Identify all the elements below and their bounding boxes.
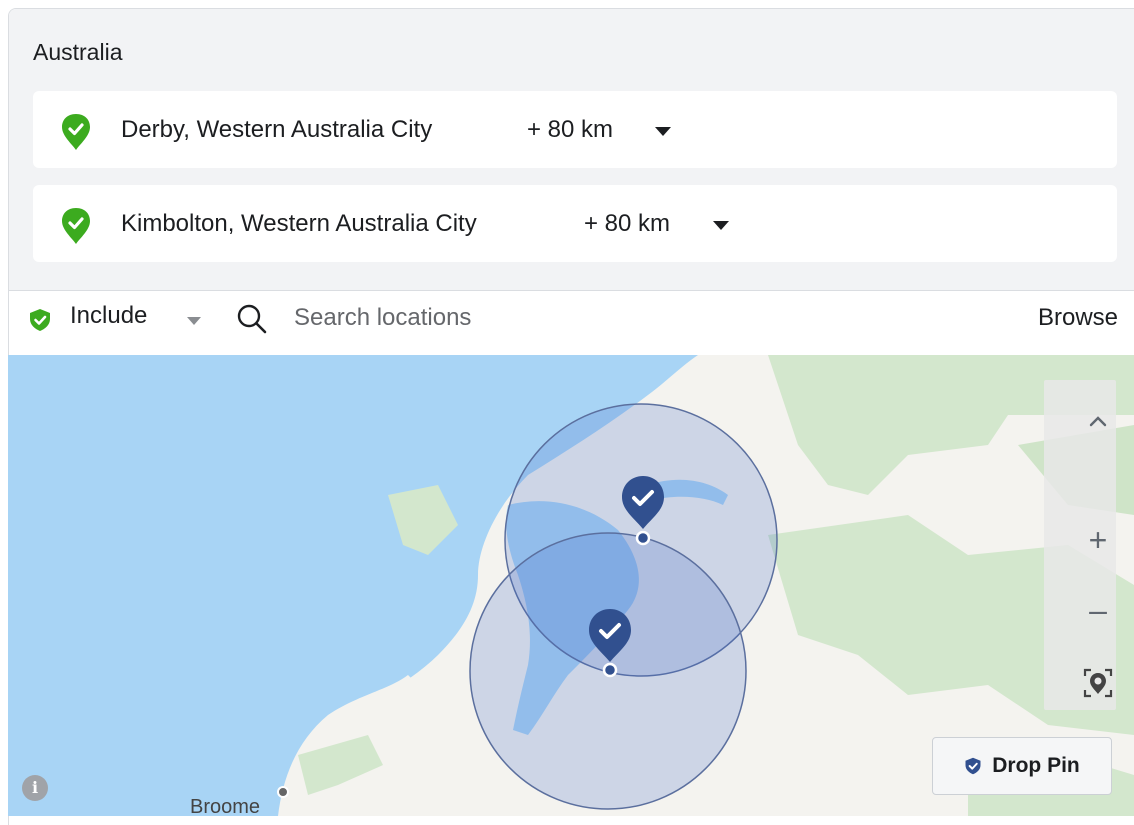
location-target-icon xyxy=(1083,668,1113,698)
city-marker xyxy=(277,786,289,798)
recenter-button[interactable] xyxy=(1062,666,1134,705)
zoom-in-button[interactable]: + xyxy=(1062,522,1134,559)
include-shield-icon[interactable] xyxy=(28,308,52,332)
drop-pin-button[interactable]: Drop Pin xyxy=(932,737,1112,795)
location-item-derby[interactable]: Derby, Western Australia City + 80 km xyxy=(33,91,1117,168)
country-heading: Australia xyxy=(33,39,123,65)
location-name: Kimbolton, Western Australia City xyxy=(121,209,477,237)
map-city-label: Broome xyxy=(190,796,261,818)
search-input[interactable] xyxy=(286,298,902,338)
location-item-kimbolton[interactable]: Kimbolton, Western Australia City + 80 k… xyxy=(33,185,1117,262)
info-icon[interactable]: i xyxy=(22,775,48,801)
browse-button[interactable]: Browse xyxy=(1038,304,1118,332)
included-location-icon xyxy=(62,208,90,244)
location-name: Derby, Western Australia City xyxy=(121,115,433,143)
chevron-up-icon xyxy=(1089,416,1107,427)
selected-locations-panel: Australia Derby, Western Australia City … xyxy=(9,9,1134,291)
radius-selector[interactable]: + 80 km xyxy=(527,116,613,144)
included-location-icon xyxy=(62,114,90,150)
zoom-out-button[interactable]: – xyxy=(1062,592,1134,629)
radius-selector[interactable]: + 80 km xyxy=(584,210,670,238)
include-dropdown[interactable]: Include xyxy=(70,302,147,330)
chevron-down-icon[interactable] xyxy=(187,317,201,325)
search-icon xyxy=(237,304,267,334)
chevron-down-icon[interactable] xyxy=(713,221,729,230)
drop-pin-label: Drop Pin xyxy=(992,754,1080,777)
chevron-down-icon[interactable] xyxy=(655,127,671,136)
collapse-controls-button[interactable] xyxy=(1062,404,1134,435)
shield-icon xyxy=(965,757,981,775)
